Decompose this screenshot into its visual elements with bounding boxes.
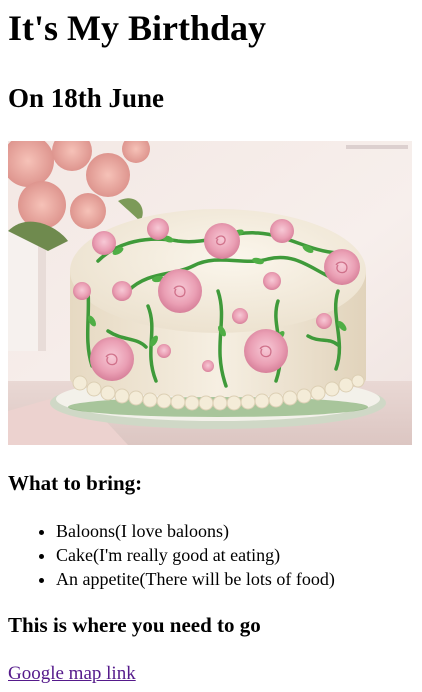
list-item: Baloons(I love baloons) (56, 519, 414, 543)
page-body: It's My Birthday On 18th June What to br… (0, 6, 422, 685)
date-heading: On 18th June (8, 83, 165, 113)
what-to-bring-heading: What to bring: (8, 471, 143, 495)
birthday-cake-image (8, 141, 412, 445)
location-heading: This is where you need to go (8, 613, 261, 637)
list-item: Cake(I'm really good at eating) (56, 543, 414, 567)
google-map-link[interactable]: Google map link (8, 663, 136, 685)
bring-list: Baloons(I love baloons) Cake(I'm really … (8, 519, 414, 591)
page-title: It's My Birthday (8, 8, 267, 48)
list-item: An appetite(There will be lots of food) (56, 567, 414, 591)
